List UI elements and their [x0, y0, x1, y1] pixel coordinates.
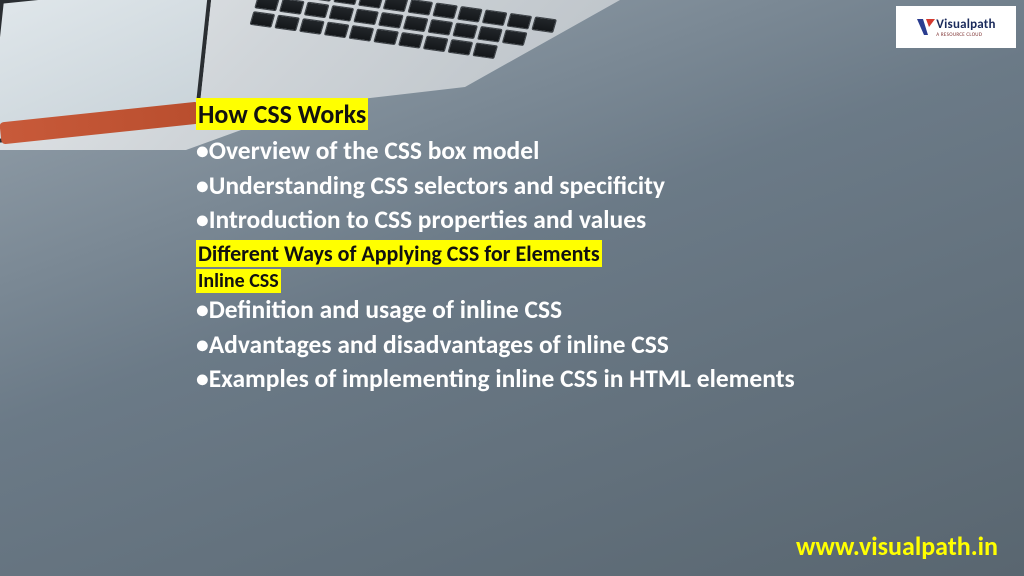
- bullet-item: Overview of the CSS box model: [196, 134, 956, 169]
- bullet-item: Definition and usage of inline CSS: [196, 293, 956, 328]
- bullet-item: Introduction to CSS properties and value…: [196, 203, 956, 238]
- section-subheading-minor: Inline CSS: [196, 269, 281, 293]
- logo-v-icon: [916, 17, 936, 37]
- section-heading: How CSS Works: [196, 98, 368, 130]
- logo-tagline: A RESOURCE CLOUD: [936, 32, 995, 38]
- slide-content: How CSS Works Overview of the CSS box mo…: [196, 98, 956, 397]
- bullet-item: Advantages and disadvantages of inline C…: [196, 328, 956, 363]
- brand-logo: Visualpath A RESOURCE CLOUD: [896, 6, 1016, 48]
- logo-brand-text: Visualpath: [936, 17, 995, 32]
- bullet-item: Examples of implementing inline CSS in H…: [196, 362, 956, 397]
- footer-url: www.visualpath.in: [796, 530, 998, 562]
- bullet-item: Understanding CSS selectors and specific…: [196, 169, 956, 204]
- section-subheading: Different Ways of Applying CSS for Eleme…: [196, 240, 602, 267]
- keyboard-graphic: [241, 0, 620, 106]
